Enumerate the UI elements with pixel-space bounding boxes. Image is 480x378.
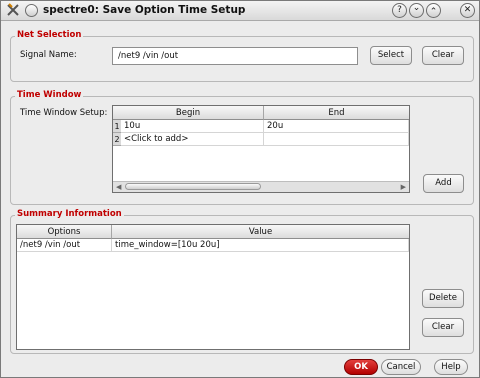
window-title: spectre0: Save Option Time Setup bbox=[43, 4, 246, 16]
row-number: 1 bbox=[113, 120, 121, 133]
horizontal-scrollbar[interactable]: ◀ ▶ bbox=[113, 181, 409, 192]
clear-signal-button[interactable]: Clear bbox=[422, 46, 464, 65]
signal-name-input[interactable]: /net9 /vin /out bbox=[112, 47, 358, 65]
app-icon bbox=[6, 3, 20, 20]
summary-information-group: Summary Information Options Value /net9 … bbox=[10, 209, 474, 354]
column-header-options[interactable]: Options bbox=[17, 225, 112, 239]
time-window-title: Time Window bbox=[15, 90, 84, 100]
select-button[interactable]: Select bbox=[370, 46, 412, 65]
cell-value[interactable]: time_window=[10u 20u] bbox=[112, 239, 409, 252]
column-header-end[interactable]: End bbox=[264, 106, 409, 120]
help-button[interactable]: Help bbox=[434, 359, 468, 375]
clear-summary-button[interactable]: Clear bbox=[422, 318, 464, 337]
cancel-button[interactable]: Cancel bbox=[381, 359, 421, 375]
help-icon[interactable]: ? bbox=[392, 3, 407, 18]
scroll-thumb[interactable] bbox=[125, 183, 261, 190]
summary-information-title: Summary Information bbox=[15, 209, 124, 219]
net-selection-group: Net Selection Signal Name: /net9 /vin /o… bbox=[10, 30, 474, 82]
scroll-right-icon[interactable]: ▶ bbox=[401, 183, 406, 191]
time-window-table: Begin End 1 10u 20u 2 <Click to add> ◀ ▶ bbox=[112, 105, 410, 193]
cell-begin[interactable]: 10u bbox=[121, 120, 264, 133]
dialog-window: spectre0: Save Option Time Setup ? ⌄ ⌃ ✕… bbox=[0, 0, 480, 378]
summary-table: Options Value /net9 /vin /out time_windo… bbox=[16, 224, 410, 350]
title-bar[interactable]: spectre0: Save Option Time Setup ? ⌄ ⌃ ✕ bbox=[1, 1, 479, 21]
delete-button[interactable]: Delete bbox=[422, 289, 464, 308]
cell-click-to-add[interactable]: <Click to add> bbox=[121, 133, 264, 146]
net-selection-title: Net Selection bbox=[15, 30, 84, 40]
column-header-value[interactable]: Value bbox=[112, 225, 409, 239]
cell-end[interactable] bbox=[264, 133, 409, 146]
minimize-icon[interactable]: ⌄ bbox=[409, 3, 424, 18]
ok-button[interactable]: OK bbox=[344, 359, 378, 375]
signal-name-label: Signal Name: bbox=[20, 50, 77, 60]
maximize-icon[interactable]: ⌃ bbox=[426, 3, 441, 18]
time-window-setup-label: Time Window Setup: bbox=[20, 108, 108, 118]
cell-end[interactable]: 20u bbox=[264, 120, 409, 133]
close-icon[interactable]: ✕ bbox=[460, 3, 475, 18]
row-number: 2 bbox=[113, 133, 121, 146]
add-button[interactable]: Add bbox=[423, 174, 464, 193]
column-header-begin[interactable]: Begin bbox=[113, 106, 264, 120]
window-menu-icon[interactable] bbox=[25, 4, 38, 17]
cell-options[interactable]: /net9 /vin /out bbox=[17, 239, 112, 252]
scroll-left-icon[interactable]: ◀ bbox=[116, 183, 121, 191]
time-window-group: Time Window Time Window Setup: Begin End… bbox=[10, 90, 474, 205]
